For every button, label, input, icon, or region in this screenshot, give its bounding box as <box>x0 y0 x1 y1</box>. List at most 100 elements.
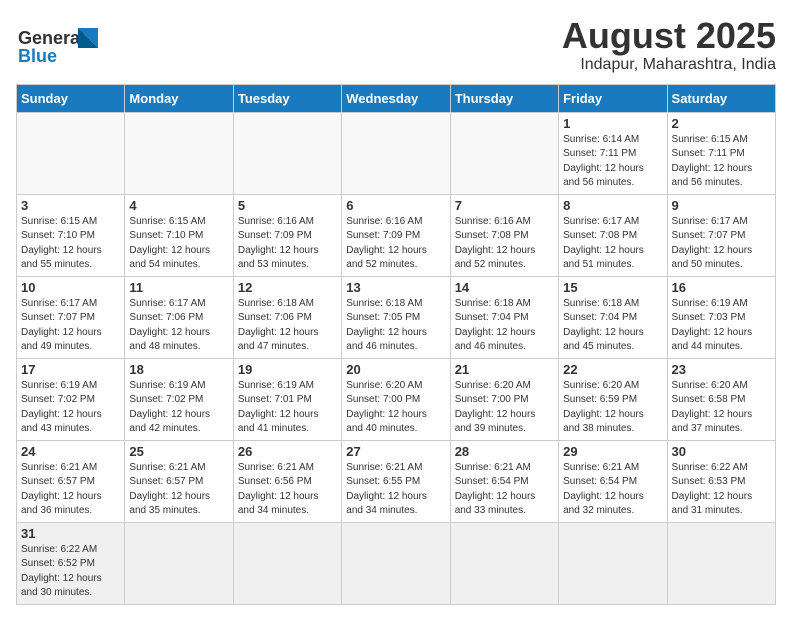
sun-info: Sunrise: 6:22 AM Sunset: 6:52 PM Dayligh… <box>21 543 120 601</box>
calendar-cell <box>125 112 233 194</box>
calendar-cell <box>450 522 558 604</box>
calendar-cell <box>342 112 450 194</box>
calendar-cell: 19Sunrise: 6:19 AM Sunset: 7:01 PM Dayli… <box>233 358 341 440</box>
calendar-cell <box>17 112 125 194</box>
day-number: 26 <box>238 444 337 459</box>
day-number: 4 <box>129 198 228 213</box>
day-number: 6 <box>346 198 445 213</box>
day-number: 14 <box>455 280 554 295</box>
sun-info: Sunrise: 6:18 AM Sunset: 7:06 PM Dayligh… <box>238 297 337 355</box>
sun-info: Sunrise: 6:15 AM Sunset: 7:11 PM Dayligh… <box>672 133 771 191</box>
calendar-header-row: SundayMondayTuesdayWednesdayThursdayFrid… <box>17 84 776 112</box>
sun-info: Sunrise: 6:21 AM Sunset: 6:55 PM Dayligh… <box>346 461 445 519</box>
sun-info: Sunrise: 6:16 AM Sunset: 7:08 PM Dayligh… <box>455 215 554 273</box>
col-header-sunday: Sunday <box>17 84 125 112</box>
calendar-table: SundayMondayTuesdayWednesdayThursdayFrid… <box>16 84 776 605</box>
day-number: 29 <box>563 444 662 459</box>
col-header-tuesday: Tuesday <box>233 84 341 112</box>
calendar-cell: 13 Sunrise: 6:18 AM Sunset: 7:05 PM Dayli… <box>342 276 450 358</box>
calendar-cell: 30 Sunrise: 6:22 AM Sunset: 6:53 PM Dayli… <box>667 440 775 522</box>
week-row-3: 17 Sunrise: 6:19 AM Sunset: 7:02 PM Dayli… <box>17 358 776 440</box>
day-number: 7 <box>455 198 554 213</box>
calendar-cell <box>559 522 667 604</box>
sun-info: Sunrise: 6:21 AM Sunset: 6:57 PM Dayligh… <box>21 461 120 519</box>
col-header-wednesday: Wednesday <box>342 84 450 112</box>
calendar-cell: 8 Sunrise: 6:17 AM Sunset: 7:08 PM Daylig… <box>559 194 667 276</box>
week-row-4: 24 Sunrise: 6:21 AM Sunset: 6:57 PM Dayli… <box>17 440 776 522</box>
day-number: 17 <box>21 362 120 377</box>
sun-info: Sunrise: 6:17 AM Sunset: 7:07 PM Dayligh… <box>21 297 120 355</box>
calendar-cell: 26 Sunrise: 6:21 AM Sunset: 6:56 PM Dayli… <box>233 440 341 522</box>
day-number: 13 <box>346 280 445 295</box>
sun-info: Sunrise: 6:19 AM Sunset: 7:02 PM Dayligh… <box>21 379 120 437</box>
calendar-cell: 22Sunrise: 6:20 AM Sunset: 6:59 PM Dayli… <box>559 358 667 440</box>
calendar-cell: 3Sunrise: 6:15 AM Sunset: 7:10 PM Daylig… <box>17 194 125 276</box>
day-number: 19 <box>238 362 337 377</box>
svg-text:Blue: Blue <box>18 46 57 66</box>
day-number: 10 <box>21 280 120 295</box>
calendar-cell: 16 Sunrise: 6:19 AM Sunset: 7:03 PM Dayli… <box>667 276 775 358</box>
sun-info: Sunrise: 6:15 AM Sunset: 7:10 PM Dayligh… <box>21 215 120 273</box>
day-number: 8 <box>563 198 662 213</box>
calendar-cell: 6 Sunrise: 6:16 AM Sunset: 7:09 PM Daylig… <box>342 194 450 276</box>
calendar-cell: 21Sunrise: 6:20 AM Sunset: 7:00 PM Dayli… <box>450 358 558 440</box>
week-row-1: 3Sunrise: 6:15 AM Sunset: 7:10 PM Daylig… <box>17 194 776 276</box>
calendar-cell: 14 Sunrise: 6:18 AM Sunset: 7:04 PM Dayli… <box>450 276 558 358</box>
calendar-cell: 2Sunrise: 6:15 AM Sunset: 7:11 PM Daylig… <box>667 112 775 194</box>
sun-info: Sunrise: 6:19 AM Sunset: 7:03 PM Dayligh… <box>672 297 771 355</box>
page-subtitle: Indapur, Maharashtra, India <box>562 56 776 74</box>
sun-info: Sunrise: 6:22 AM Sunset: 6:53 PM Dayligh… <box>672 461 771 519</box>
sun-info: Sunrise: 6:15 AM Sunset: 7:10 PM Dayligh… <box>129 215 228 273</box>
day-number: 30 <box>672 444 771 459</box>
sun-info: Sunrise: 6:20 AM Sunset: 6:58 PM Dayligh… <box>672 379 771 437</box>
week-row-5: 31 Sunrise: 6:22 AM Sunset: 6:52 PM Dayli… <box>17 522 776 604</box>
day-number: 18 <box>129 362 228 377</box>
sun-info: Sunrise: 6:16 AM Sunset: 7:09 PM Dayligh… <box>346 215 445 273</box>
col-header-saturday: Saturday <box>667 84 775 112</box>
calendar-cell: 15 Sunrise: 6:18 AM Sunset: 7:04 PM Dayli… <box>559 276 667 358</box>
day-number: 11 <box>129 280 228 295</box>
calendar-cell: 9 Sunrise: 6:17 AM Sunset: 7:07 PM Daylig… <box>667 194 775 276</box>
day-number: 20 <box>346 362 445 377</box>
col-header-friday: Friday <box>559 84 667 112</box>
day-number: 9 <box>672 198 771 213</box>
calendar-cell: 4 Sunrise: 6:15 AM Sunset: 7:10 PM Daylig… <box>125 194 233 276</box>
calendar-cell: 7 Sunrise: 6:16 AM Sunset: 7:08 PM Daylig… <box>450 194 558 276</box>
sun-info: Sunrise: 6:21 AM Sunset: 6:54 PM Dayligh… <box>563 461 662 519</box>
page-header: General Blue August 2025 Indapur, Mahara… <box>16 16 776 74</box>
sun-info: Sunrise: 6:17 AM Sunset: 7:08 PM Dayligh… <box>563 215 662 273</box>
sun-info: Sunrise: 6:16 AM Sunset: 7:09 PM Dayligh… <box>238 215 337 273</box>
day-number: 5 <box>238 198 337 213</box>
svg-text:General: General <box>18 28 85 48</box>
sun-info: Sunrise: 6:17 AM Sunset: 7:07 PM Dayligh… <box>672 215 771 273</box>
calendar-cell: 18Sunrise: 6:19 AM Sunset: 7:02 PM Dayli… <box>125 358 233 440</box>
day-number: 23 <box>672 362 771 377</box>
calendar-cell: 20Sunrise: 6:20 AM Sunset: 7:00 PM Dayli… <box>342 358 450 440</box>
logo: General Blue <box>16 16 126 71</box>
day-number: 16 <box>672 280 771 295</box>
sun-info: Sunrise: 6:18 AM Sunset: 7:04 PM Dayligh… <box>563 297 662 355</box>
sun-info: Sunrise: 6:18 AM Sunset: 7:04 PM Dayligh… <box>455 297 554 355</box>
calendar-cell: 28Sunrise: 6:21 AM Sunset: 6:54 PM Dayli… <box>450 440 558 522</box>
calendar-cell <box>233 522 341 604</box>
sun-info: Sunrise: 6:21 AM Sunset: 6:56 PM Dayligh… <box>238 461 337 519</box>
calendar-cell: 5 Sunrise: 6:16 AM Sunset: 7:09 PM Daylig… <box>233 194 341 276</box>
calendar-cell: 23 Sunrise: 6:20 AM Sunset: 6:58 PM Dayli… <box>667 358 775 440</box>
calendar-cell <box>667 522 775 604</box>
day-number: 31 <box>21 526 120 541</box>
calendar-cell: 1Sunrise: 6:14 AM Sunset: 7:11 PM Daylig… <box>559 112 667 194</box>
calendar-cell: 11 Sunrise: 6:17 AM Sunset: 7:06 PM Dayli… <box>125 276 233 358</box>
day-number: 24 <box>21 444 120 459</box>
sun-info: Sunrise: 6:17 AM Sunset: 7:06 PM Dayligh… <box>129 297 228 355</box>
day-number: 15 <box>563 280 662 295</box>
calendar-cell: 27Sunrise: 6:21 AM Sunset: 6:55 PM Dayli… <box>342 440 450 522</box>
calendar-cell <box>342 522 450 604</box>
page-title: August 2025 <box>562 16 776 56</box>
day-number: 25 <box>129 444 228 459</box>
calendar-cell: 17 Sunrise: 6:19 AM Sunset: 7:02 PM Dayli… <box>17 358 125 440</box>
col-header-monday: Monday <box>125 84 233 112</box>
calendar-cell: 10 Sunrise: 6:17 AM Sunset: 7:07 PM Dayli… <box>17 276 125 358</box>
week-row-0: 1Sunrise: 6:14 AM Sunset: 7:11 PM Daylig… <box>17 112 776 194</box>
sun-info: Sunrise: 6:18 AM Sunset: 7:05 PM Dayligh… <box>346 297 445 355</box>
calendar-cell <box>233 112 341 194</box>
